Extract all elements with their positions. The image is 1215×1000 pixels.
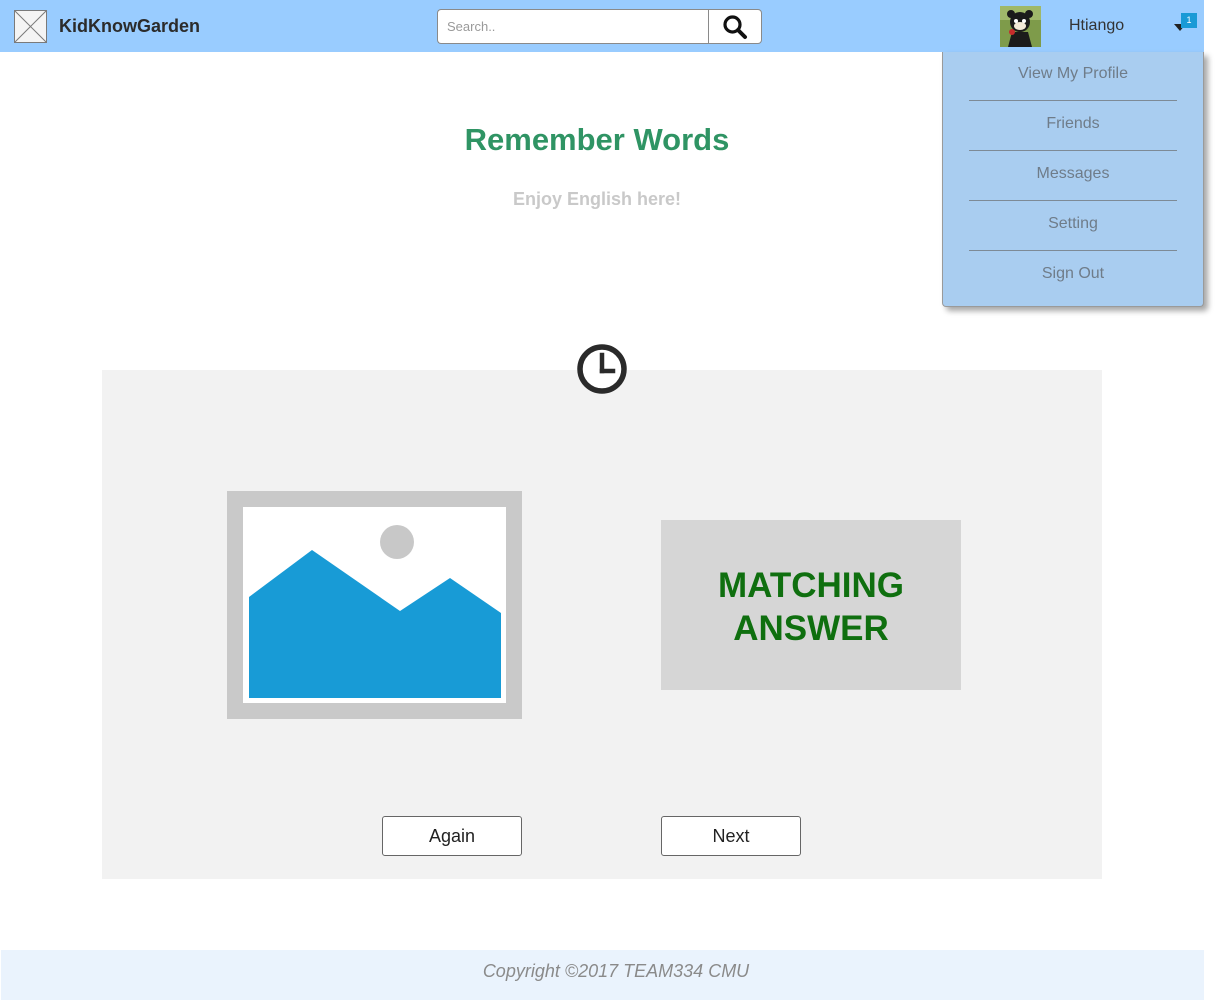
next-button[interactable]: Next	[661, 816, 801, 856]
menu-item-view-profile[interactable]: View My Profile	[969, 52, 1177, 102]
search-button[interactable]	[708, 9, 762, 44]
clock-icon	[576, 343, 628, 395]
avatar[interactable]	[1000, 6, 1041, 47]
page-title: Remember Words	[464, 122, 730, 157]
menu-item-label: Sign Out	[1041, 265, 1105, 282]
notification-badge[interactable]: 1	[1181, 13, 1197, 28]
menu-divider	[969, 250, 1177, 251]
search-input[interactable]	[437, 9, 709, 44]
image-placeholder-icon	[243, 507, 506, 703]
top-navbar: KidKnowGarden Htiango 1	[0, 0, 1204, 52]
footer: Copyright ©2017 TEAM334 CMU	[1, 950, 1204, 1000]
copyright-text: Copyright ©2017 TEAM334 CMU	[482, 961, 750, 981]
logo-image-placeholder-icon[interactable]	[14, 10, 47, 43]
word-picture[interactable]	[227, 491, 522, 719]
matching-answer-card[interactable]: MATCHING ANSWER	[661, 520, 961, 690]
user-dropdown-menu: View My Profile Friends Messages Setting…	[942, 52, 1204, 307]
brand-name[interactable]: KidKnowGarden	[59, 16, 200, 37]
page-subtitle: Enjoy English here!	[512, 189, 682, 209]
username[interactable]: Htiango	[1069, 17, 1124, 35]
search-icon	[723, 14, 747, 39]
menu-item-sign-out[interactable]: Sign Out	[969, 252, 1177, 302]
again-button[interactable]: Again	[382, 816, 522, 856]
answer-text: MATCHING ANSWER	[718, 566, 904, 648]
menu-item-label: View My Profile	[1018, 65, 1128, 82]
menu-divider	[969, 100, 1177, 101]
